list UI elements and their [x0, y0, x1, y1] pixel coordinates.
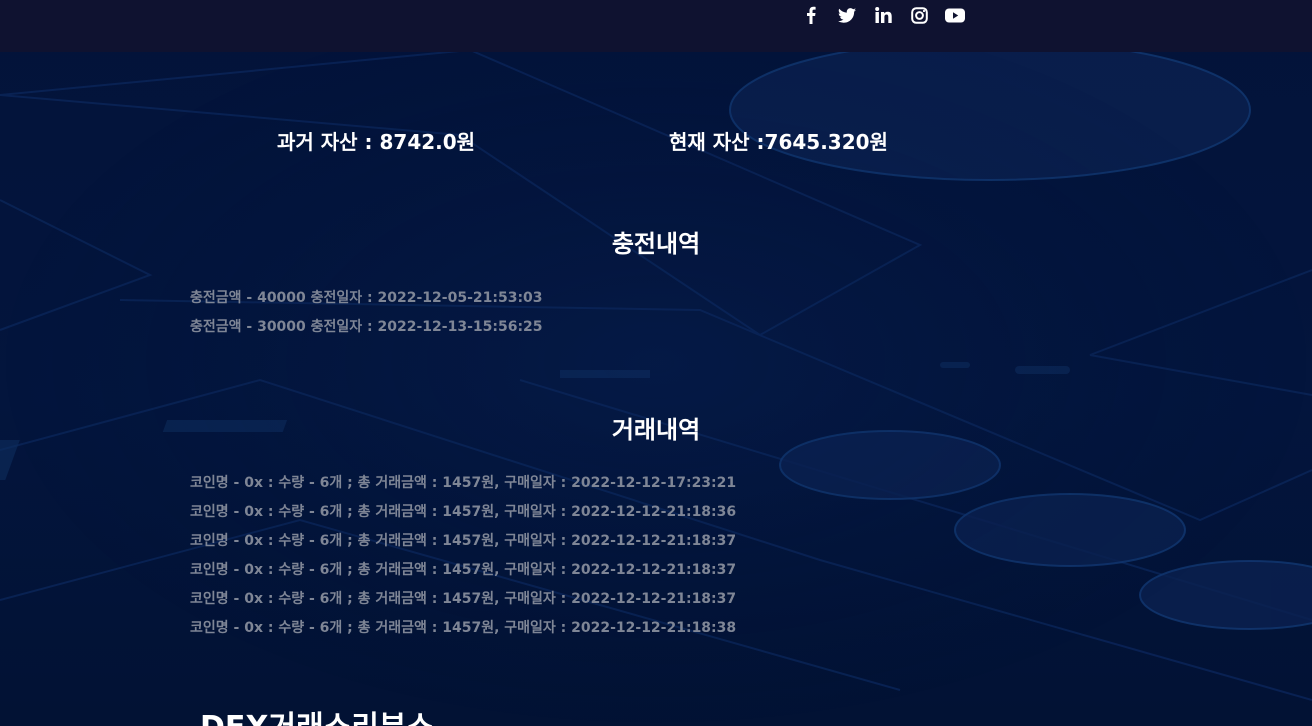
bottom-section-heading: DEX거래소리뷰스	[200, 708, 434, 726]
social-links	[793, 4, 973, 26]
list-item: 코인명 - 0x : 수량 - 6개 ; 총 거래금액 : 1457원, 구매일…	[190, 533, 737, 549]
list-item: 코인명 - 0x : 수량 - 6개 ; 총 거래금액 : 1457원, 구매일…	[190, 475, 737, 491]
list-item: 충전금액 - 30000 충전일자 : 2022-12-13-15:56:25	[190, 319, 543, 335]
asset-summary: 과거 자산 : 8742.0원 현재 자산 :7645.320원	[0, 126, 1312, 158]
past-assets: 과거 자산 : 8742.0원	[277, 130, 476, 154]
charge-history-list: 충전금액 - 40000 충전일자 : 2022-12-05-21:53:03 …	[190, 284, 543, 342]
youtube-icon[interactable]	[937, 4, 973, 26]
top-bar	[0, 0, 1312, 52]
list-item: 코인명 - 0x : 수량 - 6개 ; 총 거래금액 : 1457원, 구매일…	[190, 562, 737, 578]
instagram-icon[interactable]	[901, 4, 937, 26]
trade-history-list: 코인명 - 0x : 수량 - 6개 ; 총 거래금액 : 1457원, 구매일…	[190, 469, 736, 643]
linkedin-icon[interactable]	[865, 4, 901, 26]
page: 과거 자산 : 8742.0원 현재 자산 :7645.320원 충전내역 충전…	[0, 0, 1312, 726]
current-assets: 현재 자산 :7645.320원	[669, 130, 888, 154]
trade-history-title: 거래내역	[611, 416, 701, 444]
twitter-icon[interactable]	[829, 4, 865, 26]
list-item: 코인명 - 0x : 수량 - 6개 ; 총 거래금액 : 1457원, 구매일…	[190, 620, 737, 636]
facebook-icon[interactable]	[793, 4, 829, 26]
charge-history-title: 충전내역	[611, 230, 701, 258]
list-item: 코인명 - 0x : 수량 - 6개 ; 총 거래금액 : 1457원, 구매일…	[190, 591, 737, 607]
list-item: 충전금액 - 40000 충전일자 : 2022-12-05-21:53:03	[190, 290, 543, 306]
list-item: 코인명 - 0x : 수량 - 6개 ; 총 거래금액 : 1457원, 구매일…	[190, 504, 737, 520]
